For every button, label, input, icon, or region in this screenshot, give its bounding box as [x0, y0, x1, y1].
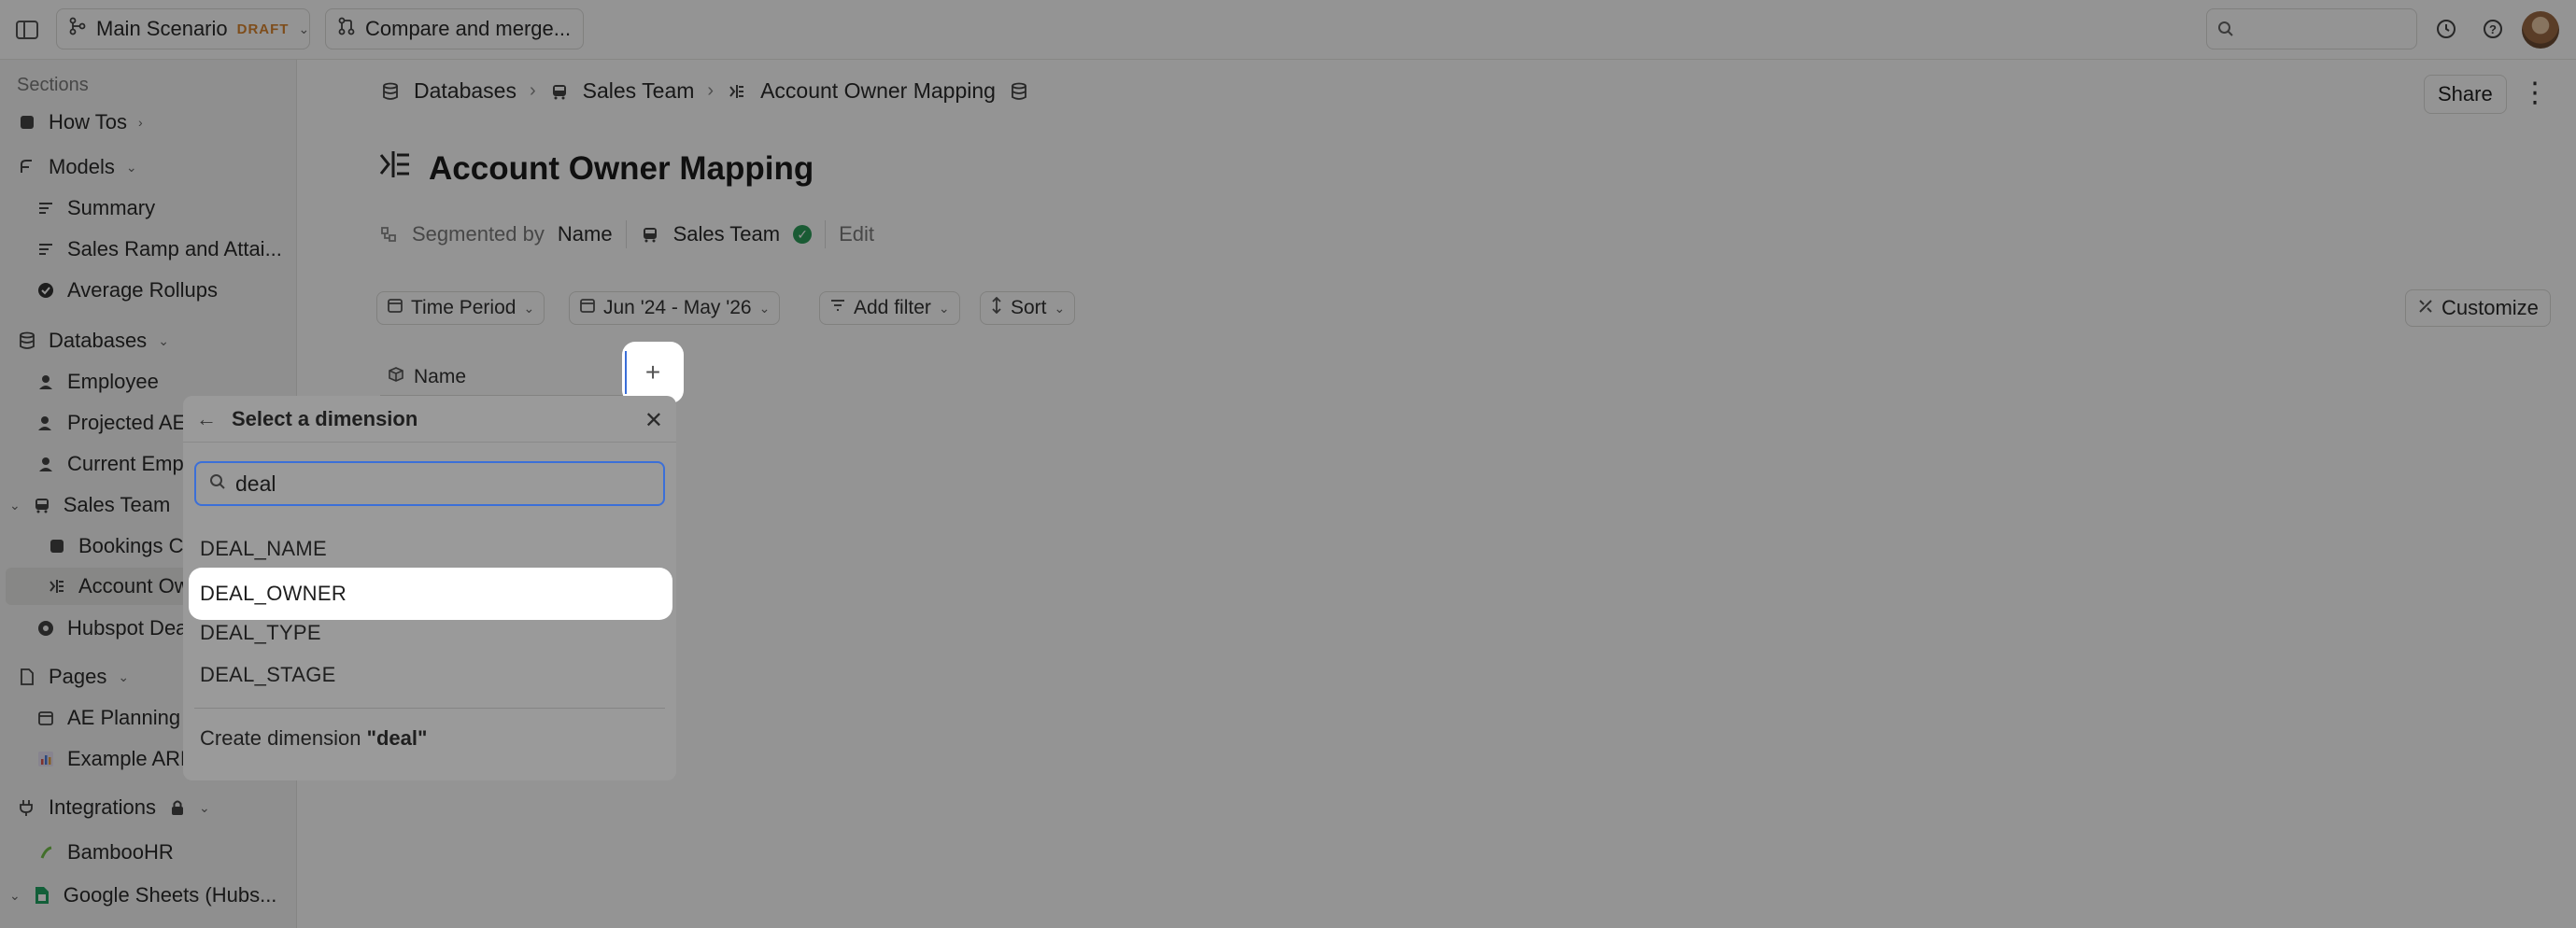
popup-title: Select a dimension — [232, 406, 418, 430]
create-dimension-option[interactable]: Create dimension "deal" — [200, 726, 427, 751]
divider — [194, 708, 665, 709]
close-icon[interactable]: ✕ — [644, 407, 663, 434]
dimension-option-deal-type[interactable]: DEAL_TYPE — [200, 621, 321, 645]
dimension-option-deal-stage[interactable]: DEAL_STAGE — [200, 663, 336, 687]
dimension-search-field[interactable] — [194, 461, 665, 506]
popup-header: ← Select a dimension — [183, 396, 676, 443]
dimension-option-deal-owner[interactable]: DEAL_OWNER — [189, 568, 672, 620]
dimension-option-deal-name[interactable]: DEAL_NAME — [200, 537, 327, 561]
create-value: "deal" — [366, 726, 428, 750]
search-icon — [209, 473, 226, 495]
back-arrow-icon[interactable]: ← — [196, 407, 217, 431]
dimension-search-input[interactable] — [235, 471, 646, 497]
plus-icon: + — [644, 358, 661, 387]
create-prefix: Create dimension — [200, 726, 361, 750]
add-column-button[interactable]: + — [622, 342, 684, 403]
